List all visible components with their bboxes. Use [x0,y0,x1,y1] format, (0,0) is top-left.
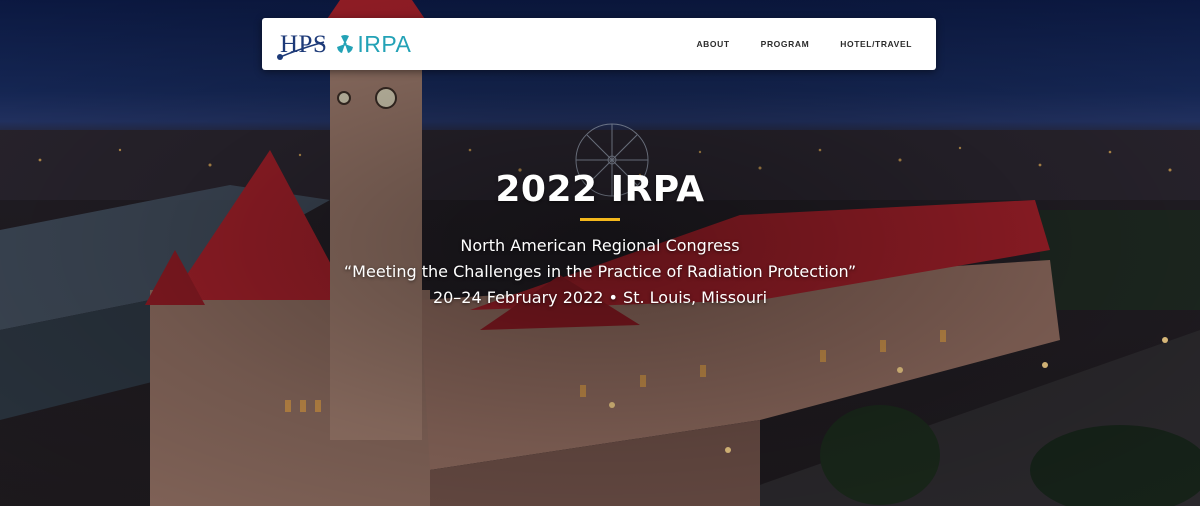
hero-dates-location: 20–24 February 2022 • St. Louis, Missour… [432,288,768,307]
hps-logo: HPS [277,32,327,60]
main-nav: ABOUT PROGRAM HOTEL/TRAVEL [665,39,912,49]
orbit-icon [277,40,325,60]
hero-subtitle: North American Regional Congress [460,236,740,255]
site-logo[interactable]: HPS IRPA [277,24,412,64]
top-navbar: HPS IRPA ABOUT PROGRAM HOTEL/TRAVEL [262,18,936,70]
hero-theme: “Meeting the Challenges in the Practice … [343,262,857,281]
page-title: 2022 IRPA [495,169,705,210]
irpa-logo-text: IRPA [357,30,412,57]
trefoil-icon [335,34,355,54]
title-divider [580,218,620,221]
nav-about[interactable]: ABOUT [696,39,729,49]
nav-hotel-travel[interactable]: HOTEL/TRAVEL [840,39,912,49]
nav-program[interactable]: PROGRAM [761,39,810,49]
hero-content: 2022 IRPA North American Regional Congre… [0,166,1200,311]
